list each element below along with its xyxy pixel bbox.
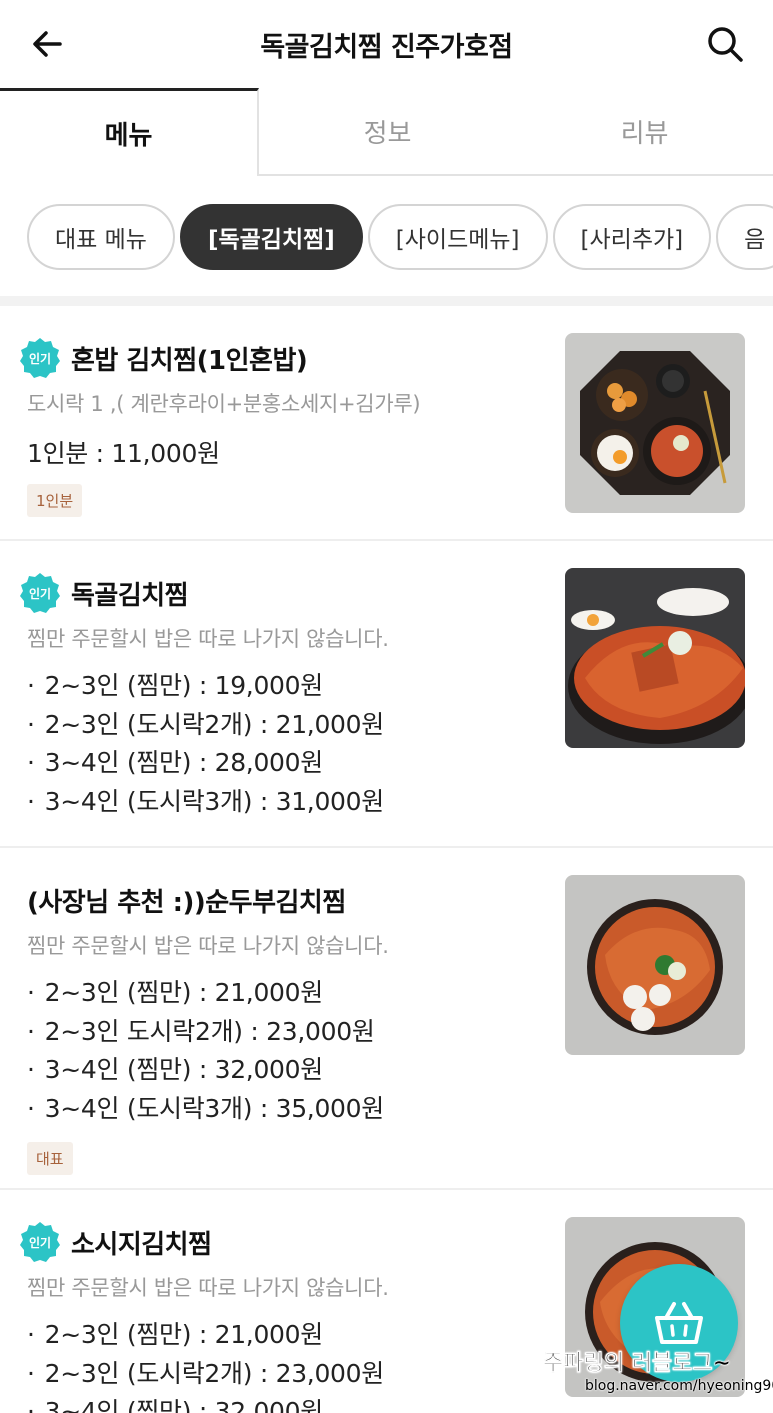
menu-item[interactable]: 인기 독골김치찜 찜만 주문할시 밥은 따로 나가지 않습니다. 2~3인 (찜… [0,541,773,848]
price-option: 2~3인 (찜만) : 21,000원 [27,1316,553,1355]
menu-item-desc: 찜만 주문할시 밥은 따로 나가지 않습니다. [27,1276,389,1300]
menu-item-prices: 2~3인 (찜만) : 19,000원 2~3인 (도시락2개) : 21,00… [27,667,553,821]
blog-watermark-title: 주파링의 러블로그~ [543,1351,732,1377]
back-arrow-icon[interactable] [30,26,66,62]
menu-item-prices: 2~3인 (찜만) : 21,000원 2~3인 도시락2개) : 23,000… [27,974,553,1128]
top-app-bar: 독골김치찜 진주가호점 [0,0,773,88]
popular-badge-icon: 인기 [20,573,60,613]
menu-item-tag: 대표 [27,1142,73,1175]
page-title: 독골김치찜 진주가호점 [260,31,513,63]
shopping-basket-icon [655,1302,703,1344]
menu-item-photo [565,875,745,1055]
tab-review[interactable]: 리뷰 [516,88,773,176]
menu-item-name: 혼밥 김치찜(1인혼밥) [71,345,308,376]
menu-item-desc: 도시락 1 ,( 계란후라이+분홍소세지+김가루) [27,392,421,416]
popular-badge-label: 인기 [29,1235,51,1250]
chip-side-menu[interactable]: [사이드메뉴] [367,204,548,270]
search-icon[interactable] [705,24,745,64]
menu-item-prices: 2~3인 (찜만) : 21,000원 2~3인 (도시락2개) : 23,00… [27,1316,553,1413]
price-option: 3~4인 (도시락3개) : 31,000원 [27,783,553,822]
popular-badge-label: 인기 [29,586,51,601]
menu-item[interactable]: (사장님 추천 :))순두부김치찜 찜만 주문할시 밥은 따로 나가지 않습니다… [0,848,773,1190]
tab-menu[interactable]: 메뉴 [0,88,259,176]
popular-badge-label: 인기 [29,351,51,366]
blog-watermark-url: blog.naver.com/hyeoning90 [585,1378,773,1394]
menu-item-photo [565,333,745,513]
store-tabs: 메뉴 정보 리뷰 [0,88,773,176]
chip-drinks[interactable]: 음 [716,204,773,270]
menu-item-desc: 찜만 주문할시 밥은 따로 나가지 않습니다. [27,627,389,651]
price-option: 2~3인 (찜만) : 21,000원 [27,974,553,1013]
chip-representative-menu[interactable]: 대표 메뉴 [27,204,175,270]
tab-info[interactable]: 정보 [259,88,516,176]
menu-item-name: 독골김치찜 [71,580,189,611]
menu-item[interactable]: 인기 혼밥 김치찜(1인혼밥) 도시락 1 ,( 계란후라이+분홍소세지+김가루… [0,306,773,541]
price-option: 3~4인 (찜만) : 32,000원 [27,1393,553,1413]
popular-badge-icon: 인기 [20,1222,60,1262]
price-option: 3~4인 (찜만) : 28,000원 [27,744,553,783]
menu-item-price: 1인분 : 11,000원 [27,439,220,468]
price-option: 2~3인 (도시락2개) : 21,000원 [27,706,553,745]
price-option: 2~3인 (찜만) : 19,000원 [27,667,553,706]
menu-item-desc: 찜만 주문할시 밥은 따로 나가지 않습니다. [27,934,389,958]
chip-add-noodles[interactable]: [사리추가] [552,204,712,270]
price-option: 3~4인 (도시락3개) : 35,000원 [27,1090,553,1129]
category-chips: 대표 메뉴 [독골김치찜] [사이드메뉴] [사리추가] 음 [0,176,773,306]
popular-badge-icon: 인기 [20,338,60,378]
menu-item-name: 소시지김치찜 [71,1229,212,1260]
chip-dokgol-kimchi-jjim[interactable]: [독골김치찜] [179,204,363,270]
price-option: 2~3인 도시락2개) : 23,000원 [27,1013,553,1052]
price-option: 3~4인 (찜만) : 32,000원 [27,1051,553,1090]
menu-item-photo [565,568,745,748]
menu-item-tag: 1인분 [27,484,83,517]
menu-item-name: (사장님 추천 :))순두부김치찜 [27,887,346,918]
price-option: 2~3인 (도시락2개) : 23,000원 [27,1355,553,1394]
